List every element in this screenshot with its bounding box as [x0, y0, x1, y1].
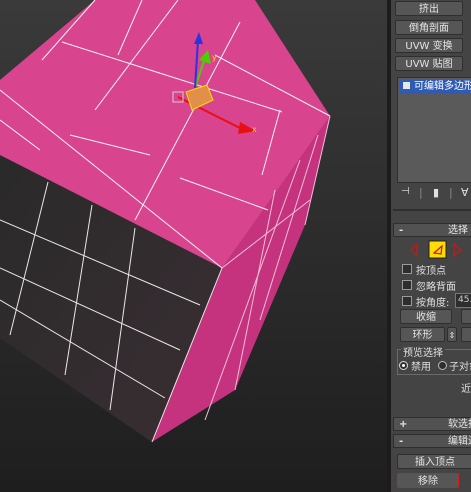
preview-subobj-radio[interactable] — [438, 361, 447, 370]
by-vertex-label: 按顶点 — [416, 266, 446, 277]
shrink-button[interactable]: 收缩 — [400, 309, 452, 324]
insert-vertex-button[interactable]: 插入顶点 — [397, 454, 471, 469]
gizmo-x-label: x — [252, 125, 257, 134]
remove-button[interactable]: 移除 — [397, 473, 459, 488]
expand-sign: + — [399, 419, 408, 430]
rollout-title: 软选择 — [448, 419, 471, 430]
soft-selection-rollout-header[interactable]: + 软选择 — [393, 417, 471, 431]
subobject-icons — [399, 240, 471, 260]
loop-button[interactable] — [461, 327, 471, 342]
panel-divider — [393, 209, 471, 211]
collapse-sign: - — [399, 436, 404, 447]
by-vertex-checkbox[interactable] — [402, 264, 412, 274]
spinner-arrows-icon: ⇕ — [448, 331, 456, 340]
show-end-result-icon[interactable]: ▮ — [433, 186, 439, 199]
bevel-profile-button[interactable]: 倒角剖面 — [395, 20, 463, 35]
preview-off-label: 禁用 — [411, 362, 431, 373]
vertex-mode-icon — [410, 242, 418, 258]
ignore-backfacing-checkbox[interactable] — [402, 280, 412, 290]
stack-toolbar: ⊣ | ▮ | ∀ — [397, 185, 471, 201]
make-unique-icon[interactable]: ∀ — [461, 186, 469, 199]
border-mode-icon — [453, 242, 462, 258]
command-panel: 挤出 倒角剖面 UVW 变换 UVW 贴图 可编辑多边形 ⊣ | ▮ | ∀ -… — [391, 0, 471, 492]
stack-item-icon — [403, 82, 410, 89]
angle-spinner[interactable]: 45.0 — [455, 293, 471, 308]
uvw-map-button[interactable]: UVW 贴图 — [395, 56, 463, 71]
subobject-icons-svg — [410, 240, 462, 259]
more-options-row[interactable]: 近 — [461, 380, 471, 395]
stack-item-editable-poly[interactable]: 可编辑多边形 — [399, 80, 471, 94]
extrude-button[interactable]: 挤出 — [395, 1, 463, 16]
viewport-scene: x y — [0, 0, 387, 492]
ring-button[interactable]: 环形 — [400, 327, 445, 342]
viewport-perspective[interactable]: x y — [0, 0, 387, 492]
ignore-backfacing-label: 忽略背面 — [416, 282, 456, 293]
stack-item-label: 可编辑多边形 — [414, 81, 471, 92]
divider-icon: | — [449, 186, 453, 199]
edit-edges-rollout-header[interactable]: - 编辑边 — [393, 434, 471, 448]
ring-spinner[interactable]: ⇕ — [447, 327, 457, 342]
by-angle-checkbox[interactable] — [402, 296, 412, 306]
preview-off-radio[interactable] — [399, 361, 408, 370]
selection-rollout-header[interactable]: - 选择 — [393, 223, 471, 237]
uvw-xform-button[interactable]: UVW 变换 — [395, 38, 463, 53]
gizmo-y-label: y — [212, 53, 217, 62]
collapse-sign: - — [399, 225, 404, 236]
modifier-stack-list[interactable]: 可编辑多边形 — [397, 77, 471, 183]
grow-button[interactable] — [461, 309, 471, 324]
preview-subobj-label: 子对象 — [449, 362, 471, 373]
preview-group-label: 预览选择 — [401, 344, 445, 359]
divider-icon: | — [419, 186, 423, 199]
by-angle-label: 按角度: — [416, 298, 450, 309]
rollout-title: 编辑边 — [448, 436, 471, 447]
pin-stack-icon[interactable]: ⊣ — [401, 186, 410, 197]
rollout-title: 选择 — [448, 225, 468, 236]
